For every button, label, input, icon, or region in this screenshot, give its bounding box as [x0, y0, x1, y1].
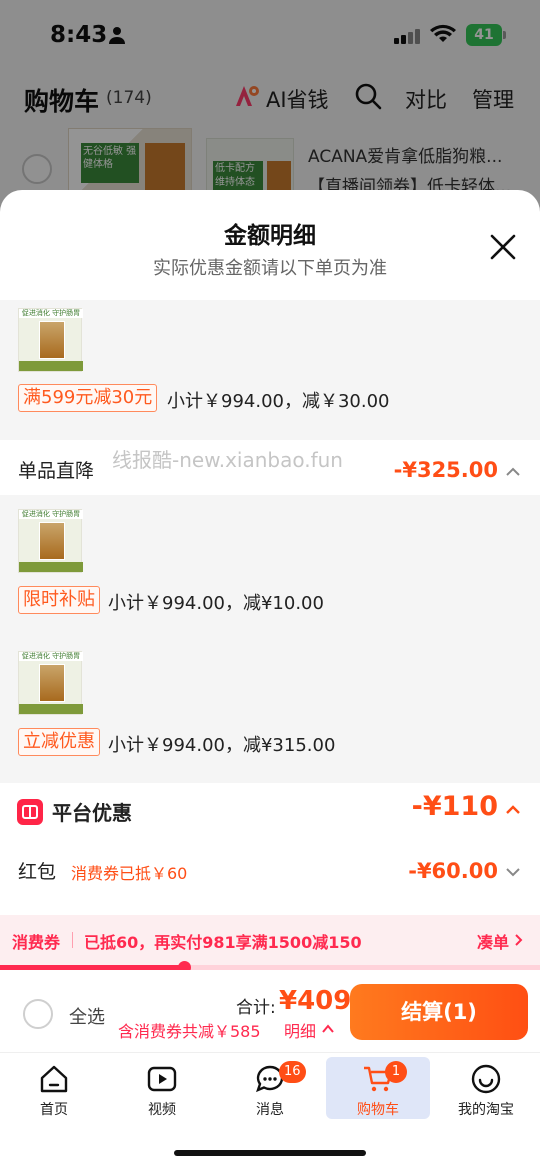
tab-video[interactable]: 视频	[110, 1057, 214, 1119]
red-packet-note: 消费券已抵￥60	[71, 864, 188, 883]
thumb-footer	[19, 562, 83, 572]
single-drop-details: 促进消化 守护肠胃 限时补贴 小计￥994.00，减¥10.00 促进消化 守护…	[0, 495, 540, 783]
coupon-bar: 消费券 已抵60，再实付981享满1500减150 凑单	[0, 915, 540, 965]
thumb-footer	[19, 704, 83, 714]
thumb-band: 促进消化 守护肠胃	[19, 652, 83, 661]
chevron-up-icon[interactable]	[506, 467, 520, 477]
chevron-up-icon[interactable]	[322, 1024, 334, 1033]
tab-messages[interactable]: 消息 16	[218, 1057, 322, 1119]
coupon-icon	[22, 805, 38, 819]
tab-label: 首页	[40, 1102, 68, 1118]
chevron-right-icon[interactable]	[514, 934, 523, 946]
product-bag-image	[39, 664, 65, 702]
profile-icon	[471, 1064, 501, 1094]
select-all-label[interactable]: 全选	[69, 1003, 105, 1029]
red-packet-amount: -¥60.00	[408, 859, 498, 883]
tab-label: 我的淘宝	[458, 1102, 514, 1118]
tab-label: 消息	[256, 1102, 284, 1118]
thumb-footer	[19, 361, 83, 371]
sheet-subtitle: 实际优惠金额请以下单页为准	[153, 258, 387, 279]
product-bag-image	[39, 522, 65, 560]
detail-link[interactable]: 明细	[284, 1018, 316, 1042]
add-items-link[interactable]: 凑单	[477, 929, 509, 953]
thumb-band: 促进消化 守护肠胃	[19, 309, 83, 318]
video-icon	[147, 1066, 177, 1092]
chevron-up-icon[interactable]	[506, 805, 520, 815]
platform-discount-amount: -¥110	[411, 791, 498, 822]
watermark: 线报酷-new.xianbao.fun	[112, 448, 343, 472]
group-subtotal: 小计￥994.00，减￥30.00	[167, 391, 390, 412]
product-bag-image	[39, 321, 65, 359]
product-thumbnail[interactable]: 促进消化 守护肠胃	[18, 509, 83, 573]
single-drop-amount: -¥325.00	[393, 458, 498, 482]
promo-tag: 满599元减30元	[18, 384, 158, 412]
tab-cart[interactable]: 购物车 1	[326, 1057, 430, 1119]
tab-label: 购物车	[357, 1102, 399, 1118]
tab-label: 视频	[148, 1102, 176, 1118]
coupon-text: 已抵60，再实付981享满1500减150	[84, 933, 362, 952]
group-subtotal: 小计￥994.00，减¥315.00	[108, 735, 336, 756]
message-badge: 16	[279, 1061, 306, 1083]
cart-badge: 1	[385, 1061, 407, 1083]
product-thumbnail[interactable]: 促进消化 守护肠胃	[18, 308, 83, 372]
promo-tag: 立减优惠	[18, 728, 100, 756]
home-indicator	[174, 1150, 366, 1156]
checkout-button[interactable]: 结算(1)	[350, 984, 528, 1040]
discount-group-full-reduction: 促进消化 守护肠胃 满599元减30元 小计￥994.00，减￥30.00	[0, 300, 540, 440]
red-packet-label: 红包	[18, 861, 57, 883]
chevron-down-icon[interactable]	[506, 867, 520, 877]
coupon-divider	[72, 932, 73, 948]
single-drop-label: 单品直降	[18, 460, 95, 482]
tab-my-taobao[interactable]: 我的淘宝	[434, 1057, 538, 1119]
platform-discount-label: 平台优惠	[52, 801, 132, 825]
total-label: 合计:	[236, 998, 276, 1018]
close-icon[interactable]	[488, 232, 518, 262]
total-amount: ¥409	[279, 986, 352, 1016]
thumb-band: 促进消化 守护肠胃	[19, 510, 83, 519]
tab-home[interactable]: 首页	[2, 1057, 106, 1119]
group-subtotal: 小计￥994.00，减¥10.00	[108, 593, 324, 614]
total-discount-note: 含消费券共减￥585	[118, 1022, 261, 1041]
sheet-title: 金额明细	[224, 223, 316, 249]
promo-tag: 限时补贴	[18, 586, 100, 614]
amount-detail-sheet: 金额明细 实际优惠金额请以下单页为准 促进消化 守护肠胃 满599元减30元 小…	[0, 190, 540, 915]
home-icon	[40, 1065, 68, 1093]
select-all-radio[interactable]	[23, 999, 53, 1029]
product-thumbnail[interactable]: 促进消化 守护肠胃	[18, 651, 83, 715]
coupon-label: 消费券	[12, 933, 61, 952]
checkout-bar: 全选 合计: ¥409 含消费券共减￥585 明细 结算(1)	[0, 970, 540, 1052]
